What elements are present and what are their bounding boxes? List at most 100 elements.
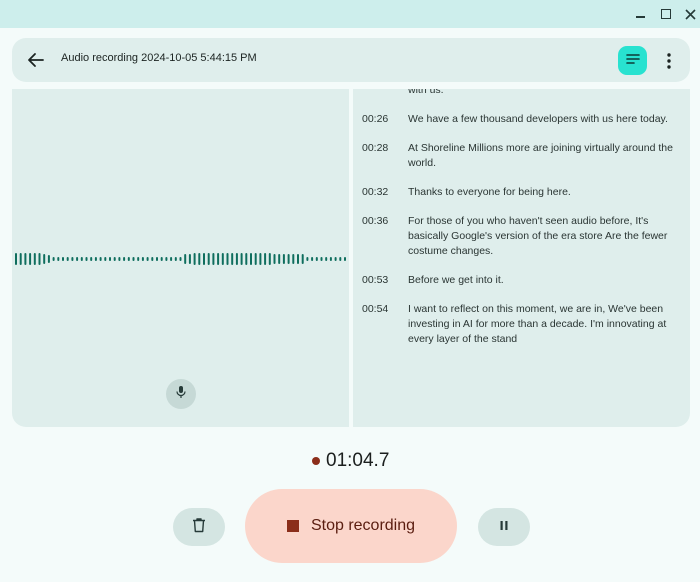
transcript-text: I want to reflect on this moment, we are… (408, 303, 667, 345)
waveform-bar (306, 257, 309, 261)
waveform-bar (109, 257, 111, 261)
transcript-text: At Shoreline Millions more are joining v… (408, 142, 673, 169)
waveform-bar (38, 253, 41, 265)
audio-waveform (15, 253, 346, 265)
transcript-row: 00:26 We have a few thousand developers … (353, 112, 690, 127)
waveform-bar (212, 253, 215, 265)
waveform-bar (245, 253, 248, 265)
more-vert-icon[interactable] (657, 46, 681, 75)
waveform-bar (282, 254, 285, 264)
app-header: Audio recording 2024-10-05 5:44:15 PM (12, 38, 690, 82)
waveform-bar (250, 253, 252, 265)
waveform-bar (292, 254, 295, 264)
waveform-bar (66, 257, 69, 261)
elapsed-time: 01:04.7 (326, 450, 390, 471)
waveform-bar (174, 257, 177, 261)
waveform-bar (203, 253, 205, 265)
waveform-bar (132, 257, 135, 261)
waveform-bar (315, 257, 318, 261)
waveform-bar (334, 257, 337, 261)
waveform-bar (15, 253, 17, 265)
transcript-panel[interactable]: with us. 00:26 We have a few thousand de… (353, 89, 690, 427)
waveform-bar (278, 254, 281, 264)
transcript-text: For those of you who haven't seen audio … (408, 215, 668, 257)
elapsed-timer: 01:04.7 (312, 450, 389, 472)
mic-icon (175, 385, 187, 404)
maximize-icon[interactable] (656, 4, 676, 24)
transcript-timestamp: 00:54 (362, 303, 389, 315)
waveform-bar (188, 254, 191, 264)
waveform-bar (52, 257, 55, 261)
transcript-timestamp: 00:26 (362, 113, 389, 125)
waveform-bar (29, 253, 32, 265)
waveform-bar (47, 255, 50, 263)
waveform-bar (127, 257, 130, 261)
waveform-bar (268, 253, 271, 265)
waveform-bar (160, 257, 163, 261)
waveform-bar (118, 257, 121, 261)
waveform-bar (123, 257, 126, 261)
pause-icon (499, 518, 509, 536)
transcript-row: 00:54 I want to reflect on this moment, … (353, 302, 690, 347)
waveform-bar (57, 257, 60, 261)
waveform-bar (301, 254, 304, 264)
stop-recording-button[interactable]: Stop recording (245, 489, 457, 563)
waveform-bar (226, 253, 229, 265)
waveform-bar (221, 253, 224, 265)
pause-button[interactable] (478, 508, 530, 546)
waveform-bar (146, 257, 149, 261)
waveform-bar (80, 257, 83, 261)
waveform-bar (179, 257, 182, 261)
waveform-bar (113, 257, 116, 261)
waveform-panel (12, 89, 349, 427)
waveform-bar (19, 253, 22, 265)
waveform-bar (62, 257, 64, 261)
waveform-bar (217, 253, 220, 265)
arrow-back-icon[interactable] (24, 48, 48, 72)
window-titlebar (0, 0, 700, 28)
transcript-timestamp (353, 89, 408, 98)
waveform-bar (287, 254, 290, 264)
transcript-icon (625, 52, 640, 70)
waveform-bar (264, 253, 267, 265)
waveform-bar (141, 257, 144, 261)
waveform-bar (235, 253, 238, 265)
close-icon[interactable] (680, 4, 700, 24)
transcript-text: with us. (408, 89, 444, 96)
waveform-bar (43, 254, 46, 264)
transcript-timestamp: 00:36 (362, 215, 389, 227)
transcript-row: 00:53 Before we get into it. (353, 273, 690, 288)
waveform-bar (170, 257, 173, 261)
transcript-timestamp: 00:53 (362, 274, 389, 286)
waveform-bar (273, 254, 276, 264)
waveform-bar (193, 253, 196, 265)
waveform-bar (90, 257, 93, 261)
waveform-bar (207, 253, 210, 265)
waveform-bar (311, 257, 314, 261)
transcript-row: 00:36 For those of you who haven't seen … (353, 214, 690, 259)
transcript-text: Thanks to everyone for being here. (408, 186, 571, 198)
transcript-text: We have a few thousand developers with u… (408, 113, 668, 125)
transcript-row: with us. (353, 89, 690, 98)
waveform-bar (104, 257, 107, 261)
transcript-row: 00:32 Thanks to everyone for being here. (353, 185, 690, 200)
recording-indicator (312, 457, 320, 465)
waveform-bar (231, 253, 234, 265)
recorder-app: Audio recording 2024-10-05 5:44:15 PM wi… (0, 28, 700, 582)
recording-title: Audio recording 2024-10-05 5:44:15 PM (61, 52, 257, 64)
waveform-bar (76, 257, 79, 261)
waveform-bar (329, 257, 332, 261)
waveform-bar (339, 257, 342, 261)
delete-button[interactable] (173, 508, 225, 546)
waveform-bar (325, 257, 328, 261)
transcript-timestamp: 00:32 (362, 186, 389, 198)
waveform-bar (156, 257, 158, 261)
waveform-bar (254, 253, 257, 265)
waveform-bar (71, 257, 74, 261)
mic-button[interactable] (166, 379, 196, 409)
transcript-toggle-button[interactable] (618, 46, 647, 75)
minimize-icon[interactable] (630, 4, 650, 24)
waveform-bar (198, 253, 201, 265)
waveform-bar (184, 254, 187, 264)
transcript-row: 00:28 At Shoreline Millions more are joi… (353, 141, 690, 171)
